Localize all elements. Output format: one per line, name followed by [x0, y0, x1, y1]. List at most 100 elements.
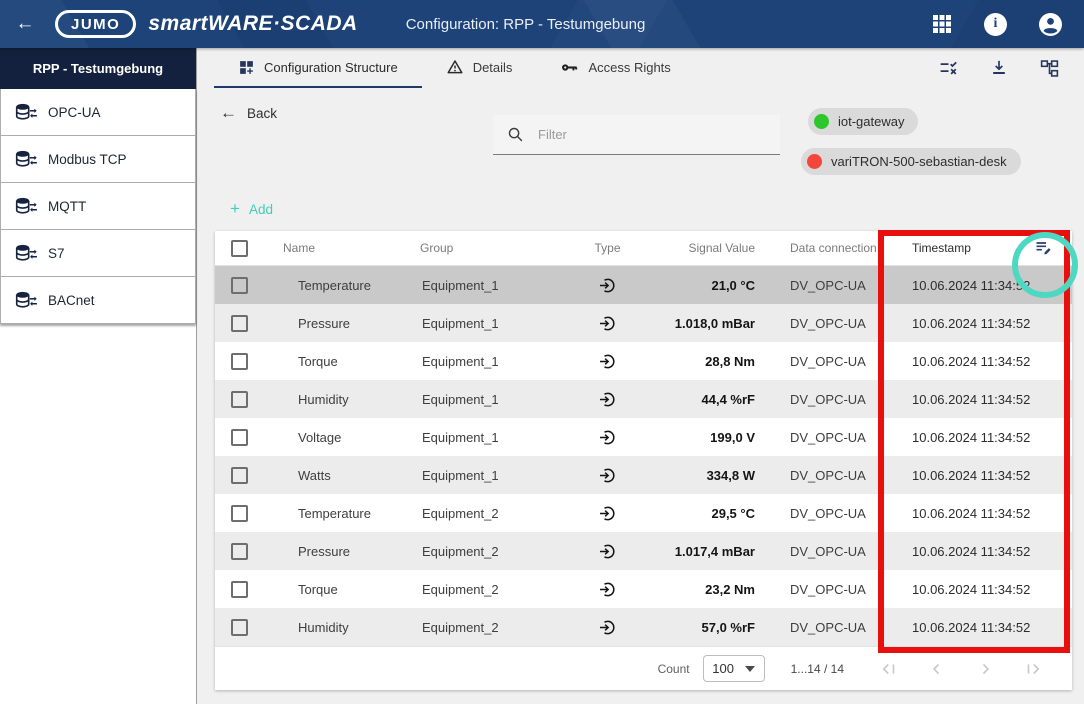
schema-tree-icon[interactable]	[1039, 58, 1060, 79]
row-timestamp: 10.06.2024 11:34:52	[895, 582, 1072, 597]
tab-configuration-structure[interactable]: Configuration Structure	[214, 48, 422, 88]
sidebar-item-opc-ua[interactable]: OPC-UA	[0, 89, 196, 136]
status-dot-green	[814, 114, 829, 129]
row-checkbox[interactable]	[231, 429, 248, 446]
row-group: Equipment_1	[420, 392, 560, 407]
sidebar-item-label: Modbus TCP	[48, 152, 127, 167]
table-row[interactable]: Watts Equipment_1 334,8 W DV_OPC-UA 10.0…	[215, 456, 1072, 494]
add-button[interactable]: + Add	[230, 199, 273, 219]
row-checkbox[interactable]	[231, 467, 248, 484]
row-checkbox[interactable]	[231, 543, 248, 560]
top-app-bar: ← JUMO smartWARE·SCADA Configuration: RP…	[0, 0, 1084, 48]
back-label: Back	[247, 106, 277, 121]
row-data-connection: DV_OPC-UA	[770, 430, 895, 445]
table-row[interactable]: Pressure Equipment_1 1.018,0 mBar DV_OPC…	[215, 304, 1072, 342]
table-row[interactable]: Temperature Equipment_1 21,0 °C DV_OPC-U…	[215, 266, 1072, 304]
row-name: Torque	[283, 582, 420, 597]
sidebar-item-mqtt[interactable]: MQTT	[0, 183, 196, 230]
row-checkbox[interactable]	[231, 505, 248, 522]
last-page-icon[interactable]	[1024, 660, 1042, 678]
row-signal-value: 44,4 %rF	[655, 392, 770, 407]
table-footer: Count 100 1...14 / 14	[215, 646, 1072, 690]
column-header-signal-value[interactable]: Signal Value	[655, 241, 770, 255]
row-group: Equipment_2	[420, 544, 560, 559]
status-chip-iot-gateway[interactable]: iot-gateway	[808, 108, 918, 135]
row-timestamp: 10.06.2024 11:34:52	[895, 506, 1072, 521]
sidebar-item-label: MQTT	[48, 199, 86, 214]
filter-field[interactable]	[493, 115, 780, 155]
table-row[interactable]: Humidity Equipment_2 57,0 %rF DV_OPC-UA …	[215, 608, 1072, 646]
row-checkbox[interactable]	[231, 315, 248, 332]
status-dot-red	[807, 154, 822, 169]
previous-page-icon[interactable]	[928, 660, 946, 678]
tab-details[interactable]: Details	[422, 48, 537, 88]
column-header-data-connection[interactable]: Data connection	[770, 241, 895, 255]
row-signal-value: 23,2 Nm	[655, 582, 770, 597]
row-data-connection: DV_OPC-UA	[770, 316, 895, 331]
column-header-timestamp[interactable]: Timestamp	[912, 241, 971, 255]
warning-icon	[446, 58, 464, 76]
row-name: Voltage	[283, 430, 420, 445]
row-checkbox[interactable]	[231, 581, 248, 598]
table-header-row: Name Group Type Signal Value Data connec…	[215, 231, 1072, 266]
row-group: Equipment_2	[420, 620, 560, 635]
sidebar-item-bacnet[interactable]: BACnet	[0, 277, 196, 324]
edit-columns-icon[interactable]	[1034, 238, 1054, 258]
count-select[interactable]: 100	[703, 655, 765, 682]
row-data-connection: DV_OPC-UA	[770, 582, 895, 597]
status-chip-varitron[interactable]: variTRON-500-sebastian-desk	[801, 148, 1021, 175]
apps-grid-icon[interactable]	[932, 14, 952, 34]
back-arrow-icon[interactable]: ←	[13, 12, 37, 36]
table-row[interactable]: Torque Equipment_2 23,2 Nm DV_OPC-UA 10.…	[215, 570, 1072, 608]
sidebar-item-modbus-tcp[interactable]: Modbus TCP	[0, 136, 196, 183]
data-connection-icon	[15, 103, 38, 122]
row-group: Equipment_1	[420, 430, 560, 445]
page-title: Configuration: RPP - Testumgebung	[406, 16, 646, 33]
table-row[interactable]: Pressure Equipment_2 1.017,4 mBar DV_OPC…	[215, 532, 1072, 570]
row-checkbox[interactable]	[231, 277, 248, 294]
row-name: Pressure	[283, 544, 420, 559]
column-header-name[interactable]: Name	[283, 241, 420, 255]
account-icon[interactable]	[1039, 13, 1062, 36]
table-row[interactable]: Temperature Equipment_2 29,5 °C DV_OPC-U…	[215, 494, 1072, 532]
row-data-connection: DV_OPC-UA	[770, 468, 895, 483]
data-connection-icon	[15, 244, 38, 263]
input-signal-icon	[560, 428, 655, 447]
row-timestamp: 10.06.2024 11:34:52	[895, 278, 1072, 293]
row-data-connection: DV_OPC-UA	[770, 620, 895, 635]
row-signal-value: 199,0 V	[655, 430, 770, 445]
row-signal-value: 57,0 %rF	[655, 620, 770, 635]
row-checkbox[interactable]	[231, 353, 248, 370]
download-icon[interactable]	[989, 58, 1009, 78]
rule-checklist-icon[interactable]	[938, 58, 959, 79]
row-name: Watts	[283, 468, 420, 483]
chip-label: iot-gateway	[838, 114, 904, 129]
column-header-type[interactable]: Type	[560, 241, 655, 255]
select-all-checkbox[interactable]	[231, 240, 248, 257]
row-name: Torque	[283, 354, 420, 369]
info-icon[interactable]: i	[984, 13, 1007, 36]
row-signal-value: 21,0 °C	[655, 278, 770, 293]
data-connection-icon	[15, 150, 38, 169]
row-group: Equipment_1	[420, 468, 560, 483]
table-row[interactable]: Torque Equipment_1 28,8 Nm DV_OPC-UA 10.…	[215, 342, 1072, 380]
back-button[interactable]: ← Back	[220, 103, 277, 123]
row-name: Temperature	[283, 506, 420, 521]
jumo-logo-text: JUMO	[71, 16, 120, 33]
table-row[interactable]: Voltage Equipment_1 199,0 V DV_OPC-UA 10…	[215, 418, 1072, 456]
row-checkbox[interactable]	[231, 391, 248, 408]
input-signal-icon	[560, 580, 655, 599]
input-signal-icon	[560, 618, 655, 637]
first-page-icon[interactable]	[880, 660, 898, 678]
filter-input[interactable]	[538, 127, 738, 142]
product-name: smartWARE·SCADA	[148, 12, 357, 36]
chevron-down-icon	[745, 666, 755, 672]
row-checkbox[interactable]	[231, 619, 248, 636]
table-row[interactable]: Humidity Equipment_1 44,4 %rF DV_OPC-UA …	[215, 380, 1072, 418]
tab-bar: Configuration Structure Details Access R…	[197, 48, 1084, 88]
tab-access-rights[interactable]: Access Rights	[536, 48, 694, 88]
sidebar-item-s7[interactable]: S7	[0, 230, 196, 277]
next-page-icon[interactable]	[976, 660, 994, 678]
column-header-group[interactable]: Group	[420, 241, 560, 255]
row-data-connection: DV_OPC-UA	[770, 392, 895, 407]
